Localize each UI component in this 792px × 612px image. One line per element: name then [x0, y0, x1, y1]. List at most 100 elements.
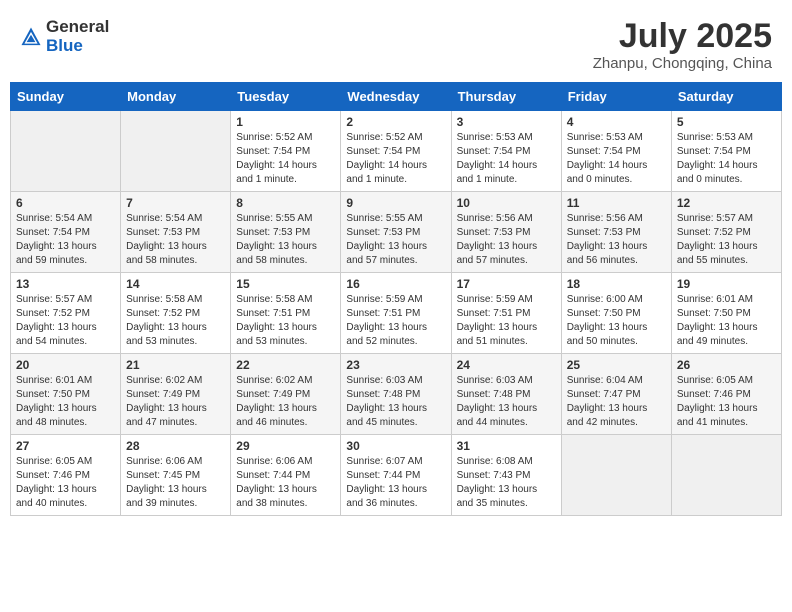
day-number: 12 — [677, 196, 776, 210]
day-number: 1 — [236, 115, 335, 129]
calendar-cell: 16 Sunrise: 5:59 AM Sunset: 7:51 PM Dayli… — [341, 273, 451, 354]
weekday-header-friday: Friday — [561, 83, 671, 111]
day-info: Sunrise: 6:06 AM Sunset: 7:45 PM Dayligh… — [126, 455, 225, 511]
calendar-cell: 13 Sunrise: 5:57 AM Sunset: 7:52 PM Dayli… — [11, 273, 121, 354]
weekday-header-sunday: Sunday — [11, 83, 121, 111]
weekday-header-saturday: Saturday — [671, 83, 781, 111]
day-number: 27 — [16, 439, 115, 453]
day-info: Sunrise: 6:02 AM Sunset: 7:49 PM Dayligh… — [236, 374, 335, 430]
day-info: Sunrise: 5:52 AM Sunset: 7:54 PM Dayligh… — [236, 131, 335, 187]
day-info: Sunrise: 6:01 AM Sunset: 7:50 PM Dayligh… — [677, 293, 776, 349]
weekday-header-row: SundayMondayTuesdayWednesdayThursdayFrid… — [11, 83, 782, 111]
day-info: Sunrise: 5:58 AM Sunset: 7:51 PM Dayligh… — [236, 293, 335, 349]
day-info: Sunrise: 5:59 AM Sunset: 7:51 PM Dayligh… — [457, 293, 556, 349]
day-info: Sunrise: 5:59 AM Sunset: 7:51 PM Dayligh… — [346, 293, 445, 349]
calendar-cell: 2 Sunrise: 5:52 AM Sunset: 7:54 PM Daylig… — [341, 111, 451, 192]
calendar-cell: 17 Sunrise: 5:59 AM Sunset: 7:51 PM Dayli… — [451, 273, 561, 354]
day-number: 6 — [16, 196, 115, 210]
day-info: Sunrise: 5:53 AM Sunset: 7:54 PM Dayligh… — [567, 131, 666, 187]
calendar-cell: 1 Sunrise: 5:52 AM Sunset: 7:54 PM Daylig… — [231, 111, 341, 192]
day-number: 20 — [16, 358, 115, 372]
day-info: Sunrise: 6:00 AM Sunset: 7:50 PM Dayligh… — [567, 293, 666, 349]
day-info: Sunrise: 6:08 AM Sunset: 7:43 PM Dayligh… — [457, 455, 556, 511]
month-year-title: July 2025 — [593, 18, 772, 55]
day-info: Sunrise: 6:05 AM Sunset: 7:46 PM Dayligh… — [677, 374, 776, 430]
day-number: 14 — [126, 277, 225, 291]
day-info: Sunrise: 5:52 AM Sunset: 7:54 PM Dayligh… — [346, 131, 445, 187]
calendar-cell: 15 Sunrise: 5:58 AM Sunset: 7:51 PM Dayli… — [231, 273, 341, 354]
day-number: 25 — [567, 358, 666, 372]
weekday-header-thursday: Thursday — [451, 83, 561, 111]
day-info: Sunrise: 5:57 AM Sunset: 7:52 PM Dayligh… — [16, 293, 115, 349]
day-number: 28 — [126, 439, 225, 453]
calendar-cell: 22 Sunrise: 6:02 AM Sunset: 7:49 PM Dayli… — [231, 354, 341, 435]
calendar-body: 1 Sunrise: 5:52 AM Sunset: 7:54 PM Daylig… — [11, 111, 782, 516]
location-subtitle: Zhanpu, Chongqing, China — [593, 55, 772, 72]
calendar-week-row: 1 Sunrise: 5:52 AM Sunset: 7:54 PM Daylig… — [11, 111, 782, 192]
day-info: Sunrise: 5:55 AM Sunset: 7:53 PM Dayligh… — [346, 212, 445, 268]
day-number: 19 — [677, 277, 776, 291]
day-number: 30 — [346, 439, 445, 453]
day-info: Sunrise: 5:54 AM Sunset: 7:54 PM Dayligh… — [16, 212, 115, 268]
calendar-header: SundayMondayTuesdayWednesdayThursdayFrid… — [11, 83, 782, 111]
day-info: Sunrise: 5:53 AM Sunset: 7:54 PM Dayligh… — [457, 131, 556, 187]
logo: General Blue — [20, 18, 109, 55]
day-number: 16 — [346, 277, 445, 291]
day-info: Sunrise: 5:56 AM Sunset: 7:53 PM Dayligh… — [567, 212, 666, 268]
calendar-cell: 27Sunrise: 6:05 AM Sunset: 7:46 PM Dayli… — [11, 435, 121, 516]
day-number: 13 — [16, 277, 115, 291]
day-number: 10 — [457, 196, 556, 210]
calendar-cell — [11, 111, 121, 192]
calendar-cell: 10 Sunrise: 5:56 AM Sunset: 7:53 PM Dayli… — [451, 192, 561, 273]
day-number: 24 — [457, 358, 556, 372]
day-number: 31 — [457, 439, 556, 453]
calendar-cell: 5 Sunrise: 5:53 AM Sunset: 7:54 PM Daylig… — [671, 111, 781, 192]
calendar-cell: 7Sunrise: 5:54 AM Sunset: 7:53 PM Daylig… — [121, 192, 231, 273]
logo-text: General Blue — [46, 18, 109, 55]
calendar-cell: 31 Sunrise: 6:08 AM Sunset: 7:43 PM Dayli… — [451, 435, 561, 516]
calendar-cell: 26 Sunrise: 6:05 AM Sunset: 7:46 PM Dayli… — [671, 354, 781, 435]
calendar-cell: 11 Sunrise: 5:56 AM Sunset: 7:53 PM Dayli… — [561, 192, 671, 273]
calendar-cell: 14Sunrise: 5:58 AM Sunset: 7:52 PM Dayli… — [121, 273, 231, 354]
calendar-cell: 29Sunrise: 6:06 AM Sunset: 7:44 PM Dayli… — [231, 435, 341, 516]
calendar-cell: 19 Sunrise: 6:01 AM Sunset: 7:50 PM Dayli… — [671, 273, 781, 354]
calendar-cell: 12 Sunrise: 5:57 AM Sunset: 7:52 PM Dayli… — [671, 192, 781, 273]
weekday-header-tuesday: Tuesday — [231, 83, 341, 111]
day-number: 2 — [346, 115, 445, 129]
day-number: 4 — [567, 115, 666, 129]
day-info: Sunrise: 6:07 AM Sunset: 7:44 PM Dayligh… — [346, 455, 445, 511]
day-info: Sunrise: 6:03 AM Sunset: 7:48 PM Dayligh… — [457, 374, 556, 430]
day-number: 11 — [567, 196, 666, 210]
calendar-cell: 18 Sunrise: 6:00 AM Sunset: 7:50 PM Dayli… — [561, 273, 671, 354]
day-number: 18 — [567, 277, 666, 291]
calendar-cell: 3Sunrise: 5:53 AM Sunset: 7:54 PM Daylig… — [451, 111, 561, 192]
calendar-table: SundayMondayTuesdayWednesdayThursdayFrid… — [10, 82, 782, 516]
day-number: 9 — [346, 196, 445, 210]
title-block: July 2025 Zhanpu, Chongqing, China — [593, 18, 772, 72]
day-number: 17 — [457, 277, 556, 291]
calendar-week-row: 27Sunrise: 6:05 AM Sunset: 7:46 PM Dayli… — [11, 435, 782, 516]
calendar-cell: 20 Sunrise: 6:01 AM Sunset: 7:50 PM Dayli… — [11, 354, 121, 435]
day-number: 15 — [236, 277, 335, 291]
day-number: 22 — [236, 358, 335, 372]
day-number: 26 — [677, 358, 776, 372]
calendar-cell: 28 Sunrise: 6:06 AM Sunset: 7:45 PM Dayli… — [121, 435, 231, 516]
calendar-cell: 9 Sunrise: 5:55 AM Sunset: 7:53 PM Daylig… — [341, 192, 451, 273]
day-info: Sunrise: 6:01 AM Sunset: 7:50 PM Dayligh… — [16, 374, 115, 430]
weekday-header-wednesday: Wednesday — [341, 83, 451, 111]
day-info: Sunrise: 5:56 AM Sunset: 7:53 PM Dayligh… — [457, 212, 556, 268]
calendar-cell: 24 Sunrise: 6:03 AM Sunset: 7:48 PM Dayli… — [451, 354, 561, 435]
day-info: Sunrise: 5:53 AM Sunset: 7:54 PM Dayligh… — [677, 131, 776, 187]
day-info: Sunrise: 5:55 AM Sunset: 7:53 PM Dayligh… — [236, 212, 335, 268]
calendar-cell: 4 Sunrise: 5:53 AM Sunset: 7:54 PM Daylig… — [561, 111, 671, 192]
calendar-cell: 30 Sunrise: 6:07 AM Sunset: 7:44 PM Dayli… — [341, 435, 451, 516]
day-number: 8 — [236, 196, 335, 210]
day-info: Sunrise: 6:02 AM Sunset: 7:49 PM Dayligh… — [126, 374, 225, 430]
day-info: Sunrise: 6:06 AM Sunset: 7:44 PM Dayligh… — [236, 455, 335, 511]
day-info: Sunrise: 5:57 AM Sunset: 7:52 PM Dayligh… — [677, 212, 776, 268]
logo-blue-text: Blue — [46, 37, 109, 56]
page-header: General Blue July 2025 Zhanpu, Chongqing… — [10, 10, 782, 78]
calendar-cell: 23Sunrise: 6:03 AM Sunset: 7:48 PM Dayli… — [341, 354, 451, 435]
logo-icon — [20, 26, 42, 48]
day-number: 5 — [677, 115, 776, 129]
